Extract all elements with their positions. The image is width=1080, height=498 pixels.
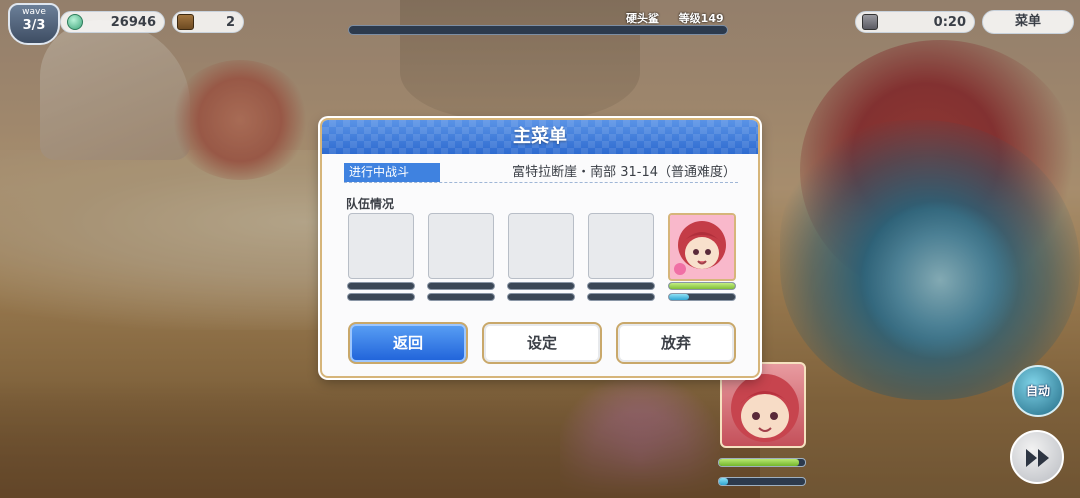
slot-tp-bar-empty — [347, 293, 415, 301]
slot-tp-bar-empty — [507, 293, 575, 301]
menu-button[interactable]: 菜单 — [982, 10, 1074, 34]
timer-value: 0:20 — [933, 15, 966, 30]
coin-counter: 26946 — [60, 11, 165, 33]
chest-icon — [177, 14, 194, 30]
give-up-button[interactable]: 放弃 — [616, 322, 736, 364]
character-hp-fill — [669, 283, 735, 289]
player-tp-bar — [718, 477, 806, 486]
slot-tp-bar-empty — [587, 293, 655, 301]
wave-value: 3/3 — [22, 18, 46, 33]
boss-level: 等级149 — [678, 12, 724, 25]
battle-status-tag: 进行中战斗 — [344, 163, 440, 182]
boss-hp-bar — [348, 25, 728, 35]
character-tp-bar — [668, 293, 736, 301]
chest-value: 2 — [225, 15, 235, 30]
battle-timer: 0:20 — [855, 11, 975, 33]
team-status-label: 队伍情况 — [346, 197, 395, 211]
coin-value: 26946 — [110, 15, 156, 30]
slot-hp-bar-empty — [587, 282, 655, 290]
wave-label: wave — [22, 7, 46, 17]
chest-counter: 2 — [172, 11, 244, 33]
slot-hp-bar-empty — [507, 282, 575, 290]
team-slot-empty — [588, 213, 654, 279]
fast-forward-button[interactable] — [1010, 430, 1064, 484]
team-slot-empty — [348, 213, 414, 279]
battle-location: 富特拉断崖・南部 31-14（普通难度） — [512, 165, 736, 180]
battle-info-row: 进行中战斗 富特拉断崖・南部 31-14（普通难度） — [344, 163, 738, 183]
player-hp-bar — [718, 458, 806, 467]
slot-hp-bar-empty — [427, 282, 495, 290]
player-tp-fill — [719, 478, 728, 485]
slot-hp-bar-empty — [347, 282, 415, 290]
back-button[interactable]: 返回 — [348, 322, 468, 364]
settings-button[interactable]: 设定 — [482, 322, 602, 364]
boss-name: 硬头鲨 — [626, 12, 659, 25]
main-menu-dialog: 主菜单 进行中战斗 富特拉断崖・南部 31-14（普通难度） 队伍情况 返回 设… — [320, 118, 760, 378]
team-slot-empty — [428, 213, 494, 279]
wave-indicator: wave 3/3 — [8, 3, 60, 45]
team-slot-character — [668, 213, 736, 281]
dialog-title: 主菜单 — [513, 126, 567, 147]
player-hp-fill — [719, 459, 799, 466]
coin-icon — [67, 14, 83, 30]
boss-info: 硬头鲨 等级149 — [626, 10, 724, 26]
hourglass-icon — [862, 14, 878, 30]
dialog-header: 主菜单 — [322, 120, 758, 154]
fast-forward-icon — [1026, 449, 1049, 467]
team-slot-empty — [508, 213, 574, 279]
character-tp-fill — [669, 294, 689, 300]
character-hp-bar — [668, 282, 736, 290]
auto-battle-button[interactable]: 自动 — [1012, 365, 1064, 417]
character-avatar — [670, 215, 734, 279]
slot-tp-bar-empty — [427, 293, 495, 301]
